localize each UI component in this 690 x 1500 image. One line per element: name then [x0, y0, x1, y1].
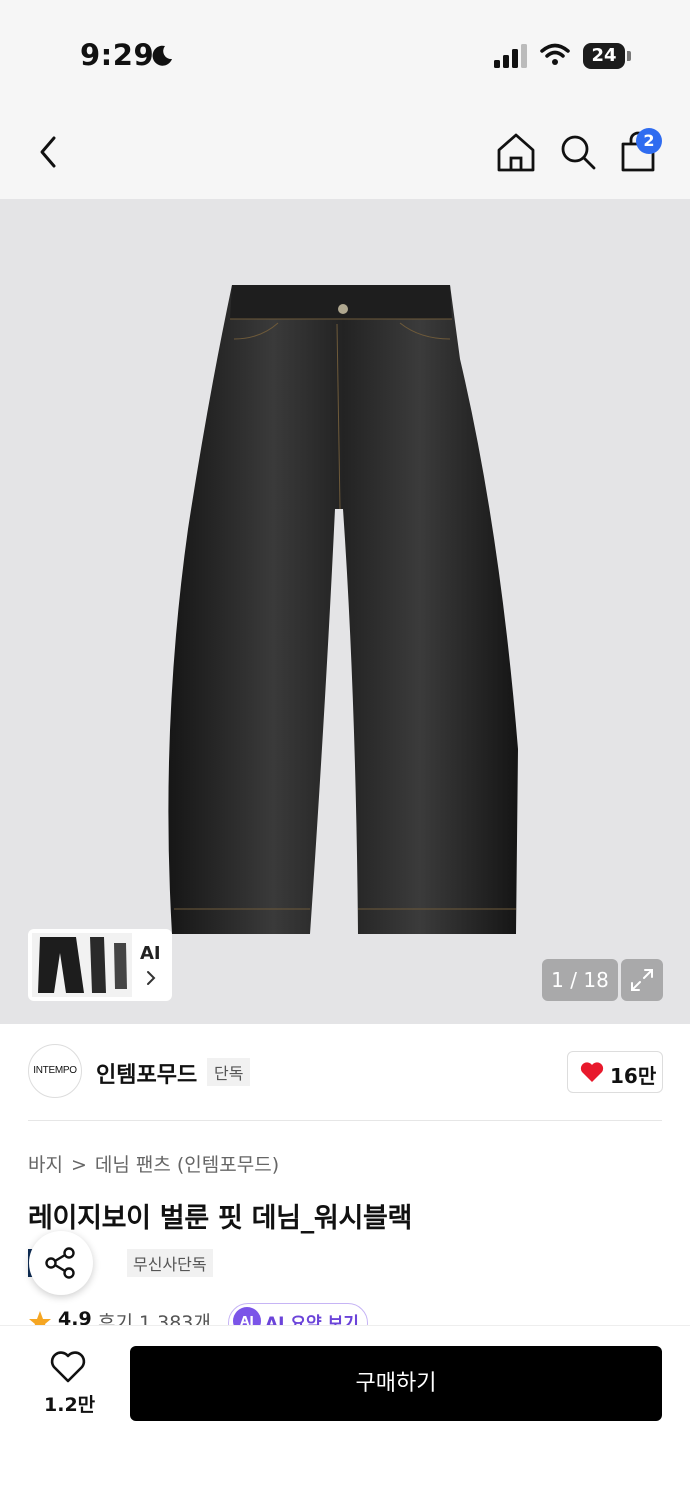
bottom-action-bar: 1.2만 구매하기 [0, 1325, 690, 1500]
status-time: 9:29 [80, 38, 155, 72]
back-arrow-icon[interactable] [28, 130, 72, 174]
brand-like-count: 16만 [610, 1064, 657, 1088]
signal-icon [494, 44, 527, 68]
product-title: 레이지보이 벌룬 핏 데님_워시블랙 [28, 1203, 413, 1234]
star-icon [29, 1311, 51, 1326]
rating-value: 4.9 [58, 1308, 92, 1326]
ai-summary-label: AI 요약 보기 [265, 1314, 359, 1326]
brand-logo[interactable]: INTEMPO [28, 1044, 82, 1098]
rating-row: 4.9 후기 1,383개 AI AI 요약 보기 [28, 1302, 662, 1326]
breadcrumb-item[interactable]: 바지 [28, 1150, 63, 1177]
ai-badge-icon: AI [233, 1307, 261, 1326]
thumbnail-ai-label: AI [140, 943, 161, 964]
chevron-right-icon: > [70, 1154, 87, 1176]
wifi-icon [540, 43, 570, 65]
moon-icon [152, 45, 172, 66]
product-photo-jeans [168, 285, 518, 934]
breadcrumb-item[interactable]: 데님 팬츠 (인템포무드) [95, 1150, 279, 1177]
cart-count-badge: 2 [636, 128, 662, 154]
thumbnail-image [32, 933, 132, 997]
ai-thumbnail-card[interactable]: AI [28, 929, 172, 1001]
product-image-gallery[interactable]: AI 1 / 18 [0, 199, 690, 1024]
search-icon[interactable] [556, 130, 600, 174]
buy-button[interactable]: 구매하기 [130, 1346, 662, 1421]
brand-like-button[interactable]: 16만 [567, 1051, 663, 1093]
home-icon[interactable] [494, 130, 538, 174]
divider [28, 1120, 662, 1121]
brand-name[interactable]: 인템포무드 [96, 1057, 197, 1089]
chevron-right-icon [147, 971, 156, 985]
battery-level: 24 [583, 43, 625, 69]
top-nav [0, 110, 690, 199]
expand-icon[interactable] [621, 959, 663, 1001]
exclusive-store-tag: 무신사단독 [127, 1249, 213, 1277]
breadcrumb: 바지 > 데님 팬츠 (인템포무드) [28, 1150, 279, 1177]
heart-outline-icon[interactable] [50, 1350, 86, 1384]
review-count[interactable]: 후기 1,383개 [98, 1308, 211, 1326]
image-counter: 1 / 18 [542, 959, 618, 1001]
battery-icon: 24 [583, 43, 631, 69]
share-icon[interactable] [29, 1231, 93, 1295]
exclusive-tag: 단독 [207, 1058, 251, 1086]
heart-icon [580, 1062, 604, 1082]
ai-summary-button[interactable]: AI AI 요약 보기 [228, 1303, 368, 1326]
status-bar: 9:29 24 [0, 0, 690, 110]
wishlist-count: 1.2만 [44, 1394, 96, 1416]
